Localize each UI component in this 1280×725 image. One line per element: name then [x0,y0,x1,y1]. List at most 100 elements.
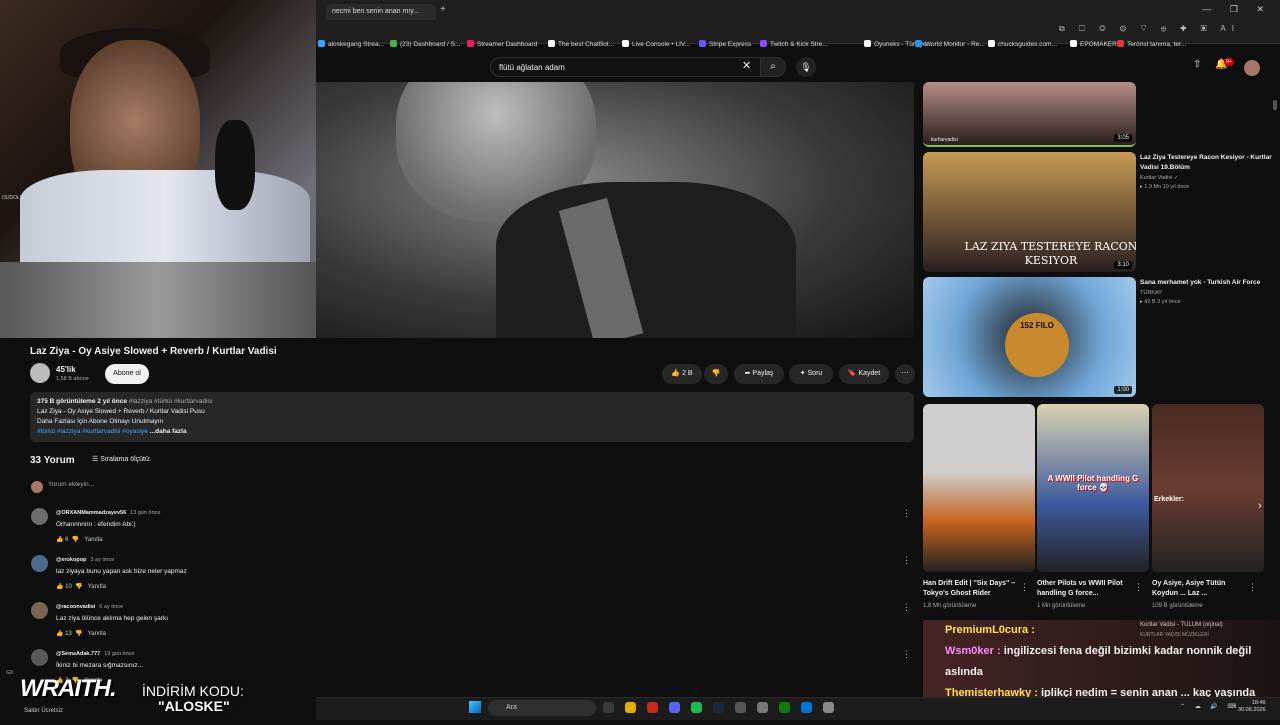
comment-author[interactable]: @SemsAdak.777 13 gün önce [56,651,134,657]
bookmark-item[interactable]: Stripe Express [699,40,751,48]
scrollbar[interactable] [1273,100,1277,110]
window-controls[interactable]: — ❐ ✕ [1202,4,1272,15]
comment-more-icon[interactable]: ⋮ [902,508,911,519]
file-explorer-icon[interactable] [625,702,636,713]
related-thumb-1[interactable]: 3:05 kurtlarvadisi [923,82,1136,147]
bookmark-item[interactable]: Twitch & Kick Stre... [760,40,828,48]
comment-more-icon[interactable]: ⋮ [902,555,911,566]
bookmark-item[interactable]: Terörist tanıma, ter... [1117,40,1186,48]
short-views: 1,8 Mn görüntüleme [923,603,977,609]
comment-actions[interactable]: 👍 10 👎 Yanıtla [56,583,106,590]
comment-actions[interactable]: 👍 13 👎 Yanıtla [56,630,106,637]
dislike-button[interactable]: 👎 [704,364,728,384]
channel-name[interactable]: 45'lik [56,365,76,374]
related-channel[interactable]: TÜRKAY [1140,289,1162,297]
comment-author[interactable]: @erokopop 3 ay önce [56,557,114,563]
sort-button[interactable]: ☰ Sıralama ölçütü: [92,455,151,463]
short-more-icon[interactable]: ⋮ [1020,582,1029,593]
app-icon[interactable] [735,702,746,713]
app-icon[interactable] [757,702,768,713]
clear-search-icon[interactable]: ✕ [742,59,751,72]
comment-text: İkiniz bi mezara sığmazsınız... [56,662,144,669]
video-left-area [0,262,316,338]
system-tray[interactable]: ⌃ ☁ 🔊 ⌨ [1180,703,1240,710]
short-title[interactable]: Oy Asiye, Asiye Tütün Koydun ... Laz ... [1152,579,1252,599]
header-actions[interactable]: ⇧🔔 [1193,59,1242,70]
discord-icon[interactable] [669,702,680,713]
video-player[interactable] [316,82,914,338]
like-button[interactable]: 👍 2 B [662,364,702,384]
bookmark-item[interactable]: The best ChatBot... [548,40,614,48]
comment-avatar[interactable] [31,602,48,619]
related-channel[interactable]: Kurtlar Vadisi ✓ [1140,174,1178,182]
bookmark-item[interactable]: chucksguides.com... [988,40,1057,48]
comment-avatar[interactable] [31,649,48,666]
taskbar-search[interactable]: Ara [488,700,596,716]
mic-button[interactable]: 🎙 [796,57,816,77]
short-title[interactable]: Han Drift Edit | "Six Days" – Tokyo's Gh… [923,579,1023,599]
share-button[interactable]: ➦ Paylaş [734,364,784,384]
new-tab-button[interactable]: + [440,4,446,15]
mic-icon: 🎙 [800,62,812,72]
taskbar-clock[interactable]: 18:46 30.08.2026 [1238,700,1266,714]
short-thumb-3[interactable]: Erkekler: [1152,404,1264,572]
windows-start-icon[interactable] [469,701,481,713]
edge-icon[interactable] [801,702,812,713]
bookmark-item[interactable]: Streamer Dashboard [467,40,537,48]
task-view-icon[interactable] [603,702,614,713]
comment-avatar[interactable] [31,508,48,525]
more-actions-button[interactable]: ⋯ [895,364,915,384]
xbox-icon[interactable] [779,702,790,713]
related-title[interactable]: Laz Ziya Testereye Racon Kesiyor - Kurtl… [1140,153,1275,173]
search-button[interactable]: ⌕ [760,57,786,77]
channel-avatar[interactable] [30,363,50,383]
ask-button[interactable]: ✦ Soru [789,364,833,384]
bookmark-item[interactable]: aloskegang Strea... [318,40,384,48]
related-thumb-3[interactable]: 152 FILO 1:00 [923,277,1136,397]
spotify-icon[interactable] [691,702,702,713]
subscribe-button[interactable]: Abone ol [105,364,149,384]
description-box[interactable]: 375 B görüntüleme 2 yıl önce #lazziya #t… [30,392,914,442]
bookmark-item[interactable]: World Monitor - Re... [915,40,985,48]
browser-tab[interactable]: necmi ben senin anan mıy... [326,4,436,20]
comment-author[interactable]: @ORXANMammadzayev56 13 gün önce [56,510,160,516]
bookmark-item[interactable]: Live Console • LIV... [622,40,690,48]
short-thumb-2[interactable]: A WWII Pilot handling G force 💀 [1037,404,1149,572]
desc-tags[interactable]: #türkü #lazziya #kurtlarvadisi #oyasiye [37,428,148,435]
comment-author[interactable]: @racoonvadisi 6 ay önce [56,604,123,610]
short-thumb-1[interactable] [923,404,1035,572]
app-icon[interactable] [823,702,834,713]
steam-icon[interactable] [713,702,724,713]
save-button[interactable]: 🔖 Kaydet [839,364,889,384]
related-title[interactable]: Sana merhamet yok - Turkish Air Force [1140,278,1275,288]
short-more-icon[interactable]: ⋮ [1248,582,1257,593]
comment-more-icon[interactable]: ⋮ [902,649,911,660]
search-input[interactable]: flütü ağlatan adam [490,57,762,77]
short-more-icon[interactable]: ⋮ [1134,582,1143,593]
desc-meta-tags: #lazziya #türkü #kurtlarvadisi [128,398,213,405]
video-title: Laz Ziya - Oy Asiye Slowed + Reverb / Ku… [30,346,277,357]
short-overlay: Erkekler: [1154,496,1184,503]
comment-avatar[interactable] [31,555,48,572]
upload-icon: ⇧ [1193,59,1216,70]
desc-line1: Laz Ziya - Oy Asiye Slowed + Reverb / Ku… [37,408,205,415]
related-thumb-2[interactable]: LAZ ZIYA TESTEREYE RACON KESIYOR 3:10 [923,152,1136,272]
thumb-watermark: kurtlarvadisi [931,137,958,143]
comment-more-icon[interactable]: ⋮ [902,602,911,613]
comments-count: 33 Yorum [30,455,75,466]
add-comment-input[interactable]: Yorum ekleyin... [48,481,94,488]
extension-icons[interactable]: ⧉ ☐ ◎ ⚙ ♡ ⊕ ✚ ▣ AI [1059,24,1240,34]
bookmark-item[interactable]: (23) Dashboard / S... [390,40,460,48]
chevron-right-icon[interactable]: › [1258,500,1262,512]
opera-icon[interactable] [647,702,658,713]
short-title[interactable]: Other Pilots vs WWII Pilot handling G fo… [1037,579,1137,599]
related-meta: ▸ 1,9 Mn 10 yıl önce [1140,184,1190,190]
bookmark-favicon-icon [390,40,397,47]
sponsor-logo: WRAITH. [20,675,117,702]
desc-more[interactable]: ...daha fazla [150,428,187,435]
comment-actions[interactable]: 👍 6 👎 Yanıtla [56,536,103,543]
account-avatar[interactable] [1244,60,1260,76]
browser-tabbar [316,0,1280,22]
bookmark-item[interactable]: EPOMAKER [1070,40,1117,48]
short-overlay: A WWII Pilot handling G force 💀 [1047,474,1139,492]
